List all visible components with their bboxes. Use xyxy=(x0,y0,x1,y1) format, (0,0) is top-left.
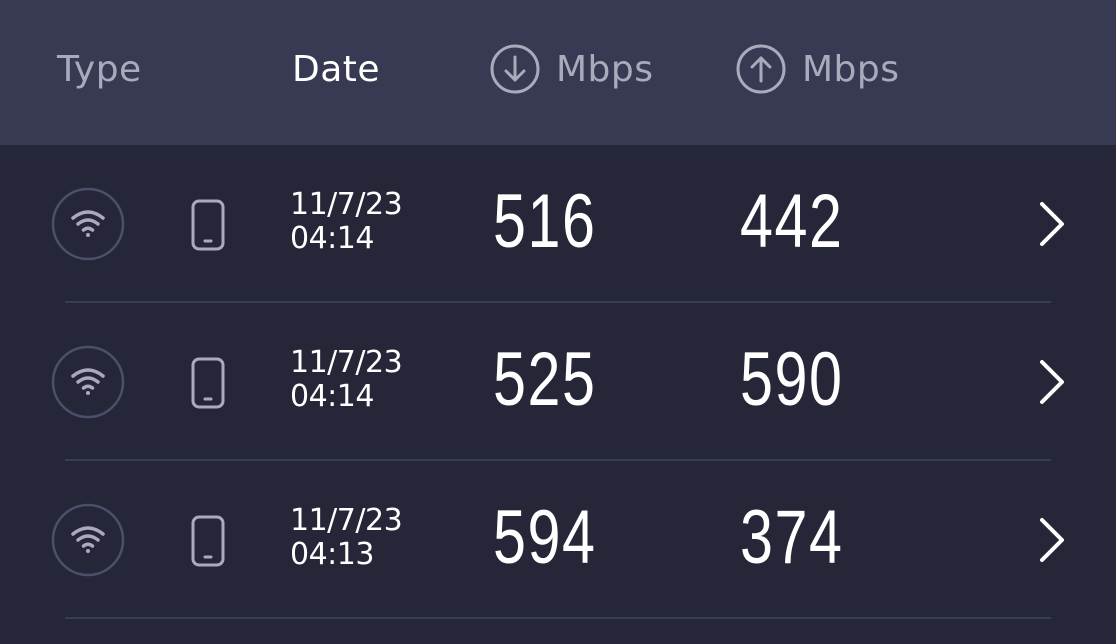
download-label: Mbps xyxy=(556,48,654,90)
phone-icon xyxy=(190,515,226,567)
result-datetime: 11/7/23 04:13 xyxy=(290,503,403,572)
result-row[interactable]: 11/7/23 04:14 525 590 xyxy=(0,303,1116,461)
result-date: 11/7/23 xyxy=(290,503,403,538)
download-speed: 594 xyxy=(493,495,597,580)
results-table-header: Type Date Mbps Mbps xyxy=(0,0,1116,145)
chevron-right-icon[interactable] xyxy=(1034,516,1068,564)
column-header-upload[interactable]: Mbps xyxy=(736,44,900,94)
type-label: Type xyxy=(57,48,142,90)
result-datetime: 11/7/23 04:14 xyxy=(290,345,403,414)
result-row[interactable]: 11/7/23 04:13 594 374 xyxy=(0,461,1116,619)
result-date: 11/7/23 xyxy=(290,187,403,222)
result-datetime: 11/7/23 04:14 xyxy=(290,187,403,256)
download-speed: 525 xyxy=(493,337,597,422)
upload-speed: 374 xyxy=(740,495,844,580)
date-label: Date xyxy=(292,48,381,90)
result-row[interactable]: 11/7/23 04:14 516 442 xyxy=(0,145,1116,303)
upload-speed: 442 xyxy=(740,179,844,264)
result-time: 04:13 xyxy=(290,537,374,572)
result-date: 11/7/23 xyxy=(290,345,403,380)
download-speed: 516 xyxy=(493,179,597,264)
chevron-right-icon[interactable] xyxy=(1034,358,1068,406)
upload-label: Mbps xyxy=(802,48,900,90)
result-time: 04:14 xyxy=(290,221,374,256)
wifi-icon xyxy=(51,503,125,577)
arrow-up-circle-icon xyxy=(736,44,786,94)
arrow-down-circle-icon xyxy=(490,44,540,94)
column-header-date[interactable]: Date xyxy=(292,44,380,94)
phone-icon xyxy=(190,357,226,409)
column-header-type[interactable]: Type xyxy=(57,44,142,94)
wifi-icon xyxy=(51,187,125,261)
result-time: 04:14 xyxy=(290,379,374,414)
phone-icon xyxy=(190,199,226,251)
upload-speed: 590 xyxy=(740,337,844,422)
results-screen: Type Date Mbps Mbps 11/7/23 04:14 516 44… xyxy=(0,0,1116,644)
chevron-right-icon[interactable] xyxy=(1034,200,1068,248)
column-header-download[interactable]: Mbps xyxy=(490,44,654,94)
wifi-icon xyxy=(51,345,125,419)
row-divider xyxy=(65,617,1051,619)
